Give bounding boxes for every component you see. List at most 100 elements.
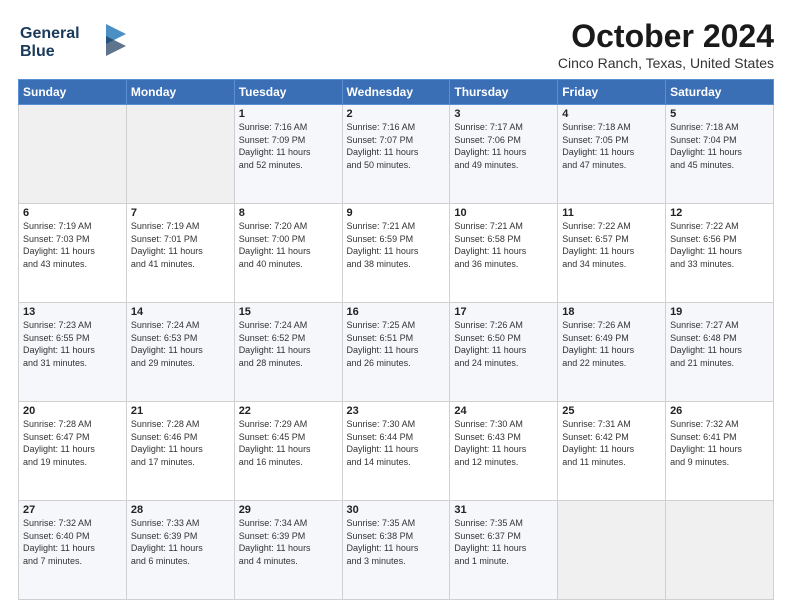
table-row: 27Sunrise: 7:32 AM Sunset: 6:40 PM Dayli… (19, 501, 127, 600)
day-info: Sunrise: 7:30 AM Sunset: 6:44 PM Dayligh… (347, 418, 446, 468)
table-row: 1Sunrise: 7:16 AM Sunset: 7:09 PM Daylig… (234, 105, 342, 204)
table-row: 25Sunrise: 7:31 AM Sunset: 6:42 PM Dayli… (558, 402, 666, 501)
svg-text:General: General (20, 25, 80, 42)
table-row: 29Sunrise: 7:34 AM Sunset: 6:39 PM Dayli… (234, 501, 342, 600)
table-row (558, 501, 666, 600)
day-number: 11 (562, 207, 661, 219)
table-row: 30Sunrise: 7:35 AM Sunset: 6:38 PM Dayli… (342, 501, 450, 600)
table-row: 9Sunrise: 7:21 AM Sunset: 6:59 PM Daylig… (342, 204, 450, 303)
day-info: Sunrise: 7:16 AM Sunset: 7:07 PM Dayligh… (347, 121, 446, 171)
table-row: 3Sunrise: 7:17 AM Sunset: 7:06 PM Daylig… (450, 105, 558, 204)
table-row: 13Sunrise: 7:23 AM Sunset: 6:55 PM Dayli… (19, 303, 127, 402)
day-info: Sunrise: 7:29 AM Sunset: 6:45 PM Dayligh… (239, 418, 338, 468)
day-info: Sunrise: 7:20 AM Sunset: 7:00 PM Dayligh… (239, 220, 338, 270)
day-number: 17 (454, 306, 553, 318)
day-info: Sunrise: 7:26 AM Sunset: 6:50 PM Dayligh… (454, 319, 553, 369)
day-info: Sunrise: 7:26 AM Sunset: 6:49 PM Dayligh… (562, 319, 661, 369)
day-info: Sunrise: 7:16 AM Sunset: 7:09 PM Dayligh… (239, 121, 338, 171)
day-info: Sunrise: 7:21 AM Sunset: 6:58 PM Dayligh… (454, 220, 553, 270)
day-info: Sunrise: 7:18 AM Sunset: 7:04 PM Dayligh… (670, 121, 769, 171)
calendar-header-row: Sunday Monday Tuesday Wednesday Thursday… (19, 80, 774, 105)
table-row: 21Sunrise: 7:28 AM Sunset: 6:46 PM Dayli… (126, 402, 234, 501)
day-info: Sunrise: 7:19 AM Sunset: 7:03 PM Dayligh… (23, 220, 122, 270)
day-info: Sunrise: 7:27 AM Sunset: 6:48 PM Dayligh… (670, 319, 769, 369)
svg-text:Blue: Blue (20, 43, 55, 60)
day-number: 27 (23, 504, 122, 516)
calendar-week-row: 13Sunrise: 7:23 AM Sunset: 6:55 PM Dayli… (19, 303, 774, 402)
title-block: October 2024 Cinco Ranch, Texas, United … (558, 18, 774, 71)
day-number: 20 (23, 405, 122, 417)
col-thursday: Thursday (450, 80, 558, 105)
day-number: 14 (131, 306, 230, 318)
table-row: 28Sunrise: 7:33 AM Sunset: 6:39 PM Dayli… (126, 501, 234, 600)
day-number: 8 (239, 207, 338, 219)
table-row: 17Sunrise: 7:26 AM Sunset: 6:50 PM Dayli… (450, 303, 558, 402)
table-row: 12Sunrise: 7:22 AM Sunset: 6:56 PM Dayli… (666, 204, 774, 303)
day-info: Sunrise: 7:30 AM Sunset: 6:43 PM Dayligh… (454, 418, 553, 468)
day-number: 18 (562, 306, 661, 318)
day-info: Sunrise: 7:21 AM Sunset: 6:59 PM Dayligh… (347, 220, 446, 270)
day-info: Sunrise: 7:28 AM Sunset: 6:46 PM Dayligh… (131, 418, 230, 468)
day-number: 26 (670, 405, 769, 417)
day-number: 2 (347, 108, 446, 120)
day-number: 1 (239, 108, 338, 120)
table-row: 6Sunrise: 7:19 AM Sunset: 7:03 PM Daylig… (19, 204, 127, 303)
table-row: 18Sunrise: 7:26 AM Sunset: 6:49 PM Dayli… (558, 303, 666, 402)
day-info: Sunrise: 7:35 AM Sunset: 6:38 PM Dayligh… (347, 517, 446, 567)
table-row: 4Sunrise: 7:18 AM Sunset: 7:05 PM Daylig… (558, 105, 666, 204)
day-number: 31 (454, 504, 553, 516)
table-row: 7Sunrise: 7:19 AM Sunset: 7:01 PM Daylig… (126, 204, 234, 303)
day-info: Sunrise: 7:18 AM Sunset: 7:05 PM Dayligh… (562, 121, 661, 171)
day-info: Sunrise: 7:31 AM Sunset: 6:42 PM Dayligh… (562, 418, 661, 468)
table-row: 14Sunrise: 7:24 AM Sunset: 6:53 PM Dayli… (126, 303, 234, 402)
day-info: Sunrise: 7:35 AM Sunset: 6:37 PM Dayligh… (454, 517, 553, 567)
day-info: Sunrise: 7:17 AM Sunset: 7:06 PM Dayligh… (454, 121, 553, 171)
day-info: Sunrise: 7:32 AM Sunset: 6:40 PM Dayligh… (23, 517, 122, 567)
header: General Blue October 2024 Cinco Ranch, T… (18, 18, 774, 71)
calendar-week-row: 27Sunrise: 7:32 AM Sunset: 6:40 PM Dayli… (19, 501, 774, 600)
day-info: Sunrise: 7:24 AM Sunset: 6:53 PM Dayligh… (131, 319, 230, 369)
day-info: Sunrise: 7:22 AM Sunset: 6:56 PM Dayligh… (670, 220, 769, 270)
calendar-week-row: 20Sunrise: 7:28 AM Sunset: 6:47 PM Dayli… (19, 402, 774, 501)
table-row: 31Sunrise: 7:35 AM Sunset: 6:37 PM Dayli… (450, 501, 558, 600)
day-info: Sunrise: 7:28 AM Sunset: 6:47 PM Dayligh… (23, 418, 122, 468)
page: General Blue October 2024 Cinco Ranch, T… (0, 0, 792, 612)
col-wednesday: Wednesday (342, 80, 450, 105)
month-title: October 2024 (558, 18, 774, 55)
table-row: 10Sunrise: 7:21 AM Sunset: 6:58 PM Dayli… (450, 204, 558, 303)
table-row: 11Sunrise: 7:22 AM Sunset: 6:57 PM Dayli… (558, 204, 666, 303)
day-number: 28 (131, 504, 230, 516)
col-tuesday: Tuesday (234, 80, 342, 105)
day-number: 22 (239, 405, 338, 417)
table-row (666, 501, 774, 600)
table-row: 23Sunrise: 7:30 AM Sunset: 6:44 PM Dayli… (342, 402, 450, 501)
day-number: 7 (131, 207, 230, 219)
location: Cinco Ranch, Texas, United States (558, 55, 774, 71)
calendar-week-row: 1Sunrise: 7:16 AM Sunset: 7:09 PM Daylig… (19, 105, 774, 204)
day-number: 24 (454, 405, 553, 417)
day-info: Sunrise: 7:19 AM Sunset: 7:01 PM Dayligh… (131, 220, 230, 270)
table-row: 15Sunrise: 7:24 AM Sunset: 6:52 PM Dayli… (234, 303, 342, 402)
day-info: Sunrise: 7:23 AM Sunset: 6:55 PM Dayligh… (23, 319, 122, 369)
calendar-table: Sunday Monday Tuesday Wednesday Thursday… (18, 79, 774, 600)
table-row: 26Sunrise: 7:32 AM Sunset: 6:41 PM Dayli… (666, 402, 774, 501)
table-row (126, 105, 234, 204)
day-number: 10 (454, 207, 553, 219)
table-row: 20Sunrise: 7:28 AM Sunset: 6:47 PM Dayli… (19, 402, 127, 501)
day-number: 29 (239, 504, 338, 516)
day-number: 9 (347, 207, 446, 219)
day-number: 3 (454, 108, 553, 120)
day-info: Sunrise: 7:34 AM Sunset: 6:39 PM Dayligh… (239, 517, 338, 567)
table-row: 16Sunrise: 7:25 AM Sunset: 6:51 PM Dayli… (342, 303, 450, 402)
day-info: Sunrise: 7:25 AM Sunset: 6:51 PM Dayligh… (347, 319, 446, 369)
day-info: Sunrise: 7:33 AM Sunset: 6:39 PM Dayligh… (131, 517, 230, 567)
calendar-week-row: 6Sunrise: 7:19 AM Sunset: 7:03 PM Daylig… (19, 204, 774, 303)
day-number: 25 (562, 405, 661, 417)
col-friday: Friday (558, 80, 666, 105)
day-number: 30 (347, 504, 446, 516)
day-number: 21 (131, 405, 230, 417)
col-saturday: Saturday (666, 80, 774, 105)
day-number: 23 (347, 405, 446, 417)
col-sunday: Sunday (19, 80, 127, 105)
day-number: 6 (23, 207, 122, 219)
